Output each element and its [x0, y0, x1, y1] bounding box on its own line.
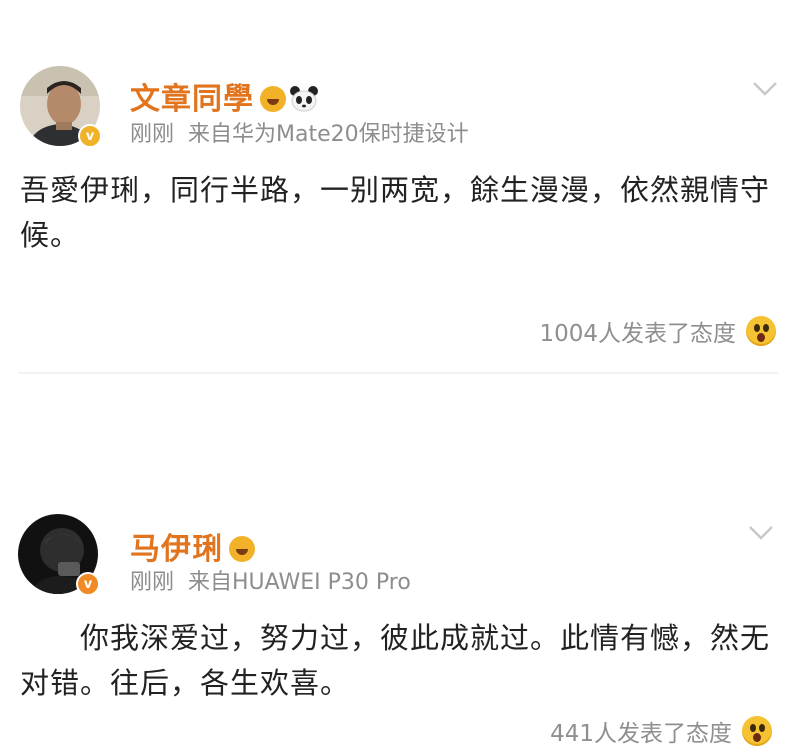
reaction-count: 1004人发表了态度 — [539, 321, 736, 347]
crown-emoji-icon — [229, 536, 255, 562]
post-text: 吾愛伊琍，同行半路，一别两宽，餘生漫漫，依然親情守候。 — [20, 173, 771, 252]
reaction-bar[interactable]: 441人发表了态度 — [550, 714, 772, 748]
surprised-emoji-icon[interactable] — [742, 716, 772, 746]
weibo-post-1: v 文章同學 刚刚 来自华为Mate20保时捷设计 吾愛伊琍，同行半路，一别两宽，… — [0, 0, 792, 375]
username[interactable]: 马伊琍 — [130, 524, 255, 568]
crown-emoji-icon — [260, 86, 286, 112]
post-time: 刚刚 — [130, 570, 175, 595]
reaction-bar[interactable]: 1004人发表了态度 — [539, 314, 776, 348]
post-meta: 刚刚 来自HUAWEI P30 Pro — [130, 564, 411, 596]
post-divider — [18, 372, 778, 374]
post-source: 来自华为Mate20保时捷设计 — [188, 122, 469, 147]
weibo-post-2: v 马伊琍 刚刚 来自HUAWEI P30 Pro 你我深爱过，努力过，彼此成就过… — [0, 470, 792, 756]
post-text: 你我深爱过，努力过，彼此成就过。此情有憾，然无对错。往后，各生欢喜。 — [20, 621, 771, 700]
verified-badge-icon: v — [78, 124, 102, 148]
verified-badge-icon: v — [76, 572, 100, 596]
surprised-emoji-icon[interactable] — [746, 316, 776, 346]
reaction-count: 441人发表了态度 — [550, 721, 732, 747]
chevron-down-icon[interactable] — [752, 80, 778, 98]
post-source: 来自HUAWEI P30 Pro — [188, 570, 411, 595]
post-meta: 刚刚 来自华为Mate20保时捷设计 — [130, 116, 469, 148]
post-time: 刚刚 — [130, 122, 175, 147]
chevron-down-icon[interactable] — [748, 524, 774, 542]
username[interactable]: 文章同學 — [130, 74, 318, 118]
panda-emoji-icon — [290, 85, 318, 112]
